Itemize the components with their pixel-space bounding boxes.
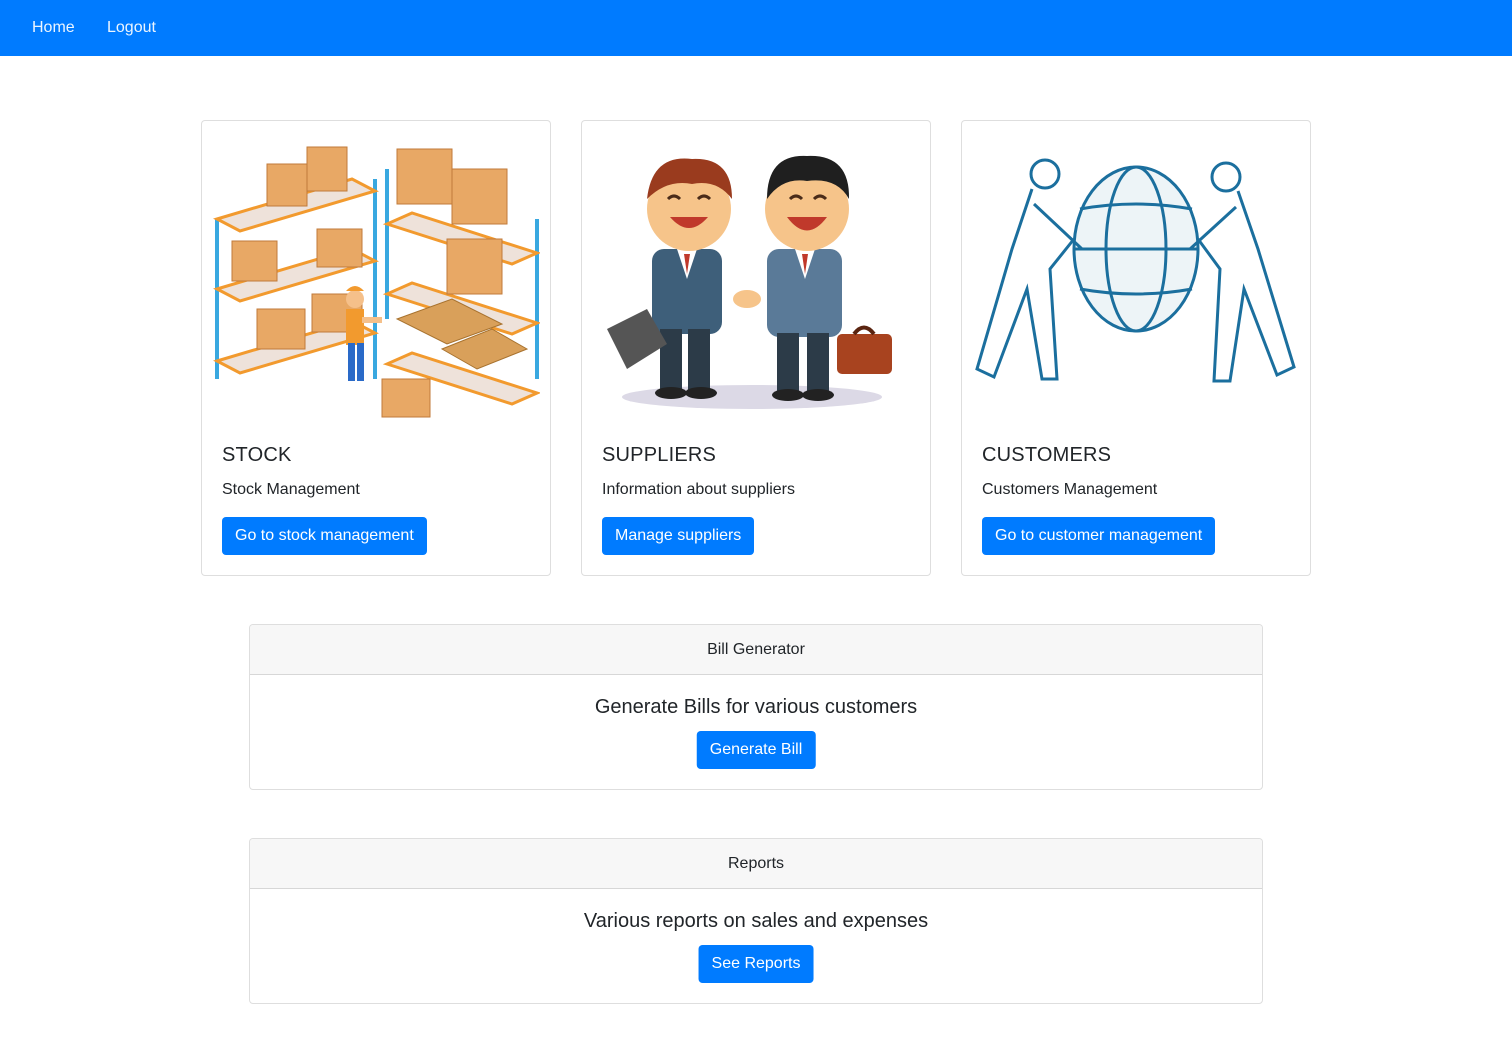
card-text: Information about suppliers	[602, 481, 795, 498]
nav-logout-link[interactable]: Logout	[107, 18, 156, 37]
people-holding-customer-globe-illustration	[975, 158, 1296, 383]
card-title: CUSTOMERS	[982, 444, 1112, 466]
panel-title: Generate Bills for various customers	[594, 696, 918, 718]
nav-home-link[interactable]: Home	[32, 18, 75, 37]
generate-bill-button[interactable]: Generate Bill	[696, 731, 816, 769]
card-text: Stock Management	[222, 481, 360, 498]
card-title: STOCK	[222, 444, 292, 466]
customers-card: CUSTOMERS Customers Management Go to cus…	[961, 120, 1311, 576]
go-to-stock-button[interactable]: Go to stock management	[222, 517, 427, 555]
go-to-customers-button[interactable]: Go to customer management	[982, 517, 1216, 555]
manage-suppliers-button[interactable]: Manage suppliers	[602, 517, 755, 555]
business-handshake-illustration	[607, 155, 892, 409]
stock-card: STOCK Stock Management Go to stock manag…	[201, 120, 551, 576]
see-reports-button[interactable]: See Reports	[698, 945, 814, 983]
warehouse-shelves-illustration	[213, 146, 540, 418]
reports-panel: Reports Various reports on sales and exp…	[249, 838, 1263, 1004]
card-title: SUPPLIERS	[602, 444, 717, 466]
panel-header: Reports	[250, 839, 1262, 889]
bill-generator-panel: Bill Generator Generate Bills for variou…	[249, 624, 1263, 790]
panel-header: Bill Generator	[250, 625, 1262, 675]
card-text: Customers Management	[982, 481, 1158, 498]
panel-title: Various reports on sales and expenses	[583, 910, 929, 932]
suppliers-card: SUPPLIERS Information about suppliers Ma…	[581, 120, 931, 576]
top-navbar: Home Logout	[0, 0, 1512, 56]
